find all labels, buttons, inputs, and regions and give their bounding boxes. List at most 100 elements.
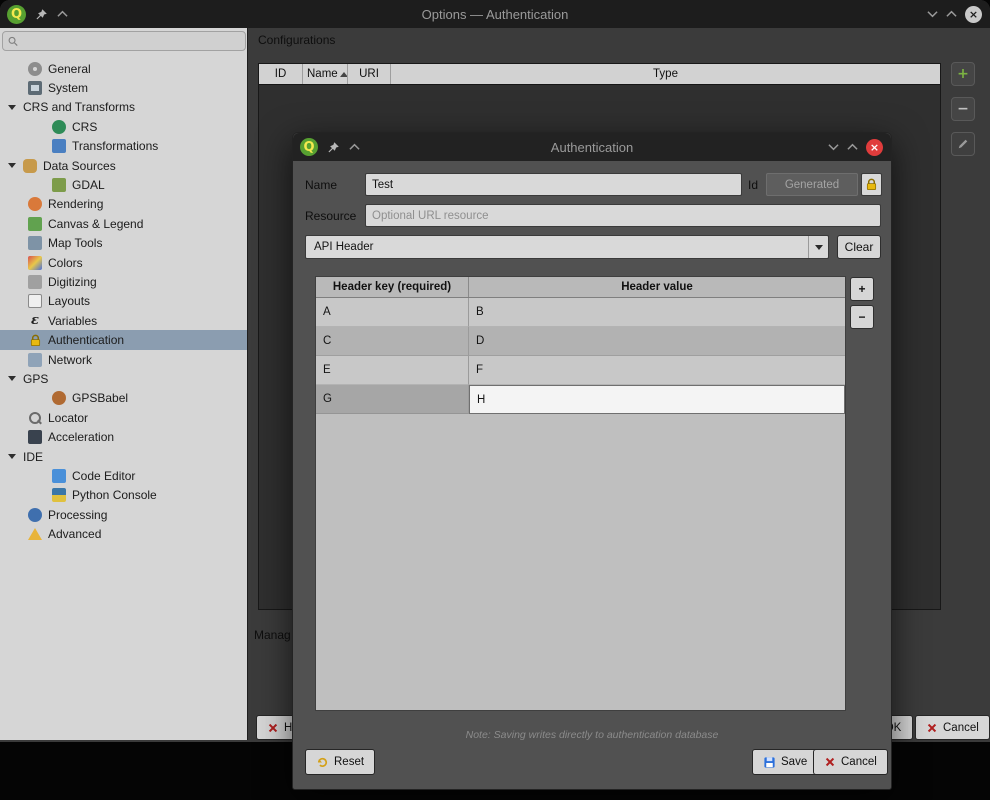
- resource-field[interactable]: [365, 204, 881, 227]
- header-table-header: Header key (required) Header value: [316, 277, 845, 298]
- key-cell[interactable]: C: [316, 327, 469, 356]
- close-dialog-icon[interactable]: ×: [866, 139, 883, 156]
- sidebar-item-label: CRS and Transforms: [23, 100, 135, 114]
- sidebar-item-label: Digitizing: [48, 275, 97, 289]
- add-row-button[interactable]: +: [850, 277, 874, 301]
- value-cell-editing[interactable]: H: [469, 385, 845, 414]
- collapse-icon[interactable]: [349, 143, 360, 151]
- sidebar-item-colors[interactable]: Colors: [0, 253, 247, 272]
- sidebar-item-network[interactable]: Network: [0, 350, 247, 369]
- value-cell[interactable]: D: [469, 327, 845, 356]
- rendering-icon: [28, 197, 42, 211]
- chevron-up-icon[interactable]: [847, 143, 858, 151]
- column-header-name[interactable]: Name: [303, 64, 348, 84]
- column-header-type[interactable]: Type: [391, 64, 940, 84]
- header-table[interactable]: Header key (required) Header value A B C…: [315, 276, 846, 711]
- expander-icon[interactable]: [8, 105, 16, 110]
- table-empty-area[interactable]: [316, 414, 845, 710]
- sidebar-item-gdal[interactable]: GDAL: [0, 175, 247, 194]
- combo-arrow-zone[interactable]: [808, 236, 828, 258]
- plus-icon: +: [858, 282, 865, 296]
- sidebar-item-layouts[interactable]: Layouts: [0, 292, 247, 311]
- sidebar-item-map-tools[interactable]: Map Tools: [0, 234, 247, 253]
- chevron-up-icon[interactable]: [946, 10, 957, 18]
- method-select[interactable]: API Header: [305, 235, 829, 259]
- pin-icon[interactable]: [35, 8, 48, 21]
- column-header-id[interactable]: ID: [259, 64, 303, 84]
- sidebar-item-transformations[interactable]: Transformations: [0, 137, 247, 156]
- sidebar-item-label: CRS: [72, 120, 97, 134]
- sidebar-item-data-sources[interactable]: Data Sources: [0, 156, 247, 175]
- add-configuration-button[interactable]: +: [951, 62, 975, 86]
- value-cell[interactable]: F: [469, 356, 845, 385]
- sidebar-item-general[interactable]: General: [0, 59, 247, 78]
- remove-configuration-button[interactable]: −: [951, 97, 975, 121]
- sidebar-item-label: Data Sources: [43, 159, 116, 173]
- expander-icon[interactable]: [8, 163, 16, 168]
- options-cancel-button[interactable]: Cancel: [915, 715, 990, 740]
- table-row[interactable]: G H: [316, 385, 845, 414]
- chevron-down-icon[interactable]: [927, 10, 938, 18]
- dialog-title: Authentication: [293, 140, 891, 155]
- save-button[interactable]: Save: [752, 749, 818, 775]
- sidebar-item-variables[interactable]: Variables: [0, 311, 247, 330]
- lock-button[interactable]: [861, 173, 882, 196]
- sidebar-item-python-console[interactable]: Python Console: [0, 486, 247, 505]
- search-input[interactable]: [22, 35, 240, 47]
- sidebar-item-digitizing[interactable]: Digitizing: [0, 272, 247, 291]
- table-row[interactable]: A B: [316, 298, 845, 327]
- column-header-value[interactable]: Header value: [469, 277, 845, 297]
- sidebar-item-label: General: [48, 62, 91, 76]
- sidebar-item-canvas-legend[interactable]: Canvas & Legend: [0, 214, 247, 233]
- sidebar-item-acceleration[interactable]: Acceleration: [0, 427, 247, 446]
- key-cell[interactable]: A: [316, 298, 469, 327]
- sidebar-item-crs-and-transforms[interactable]: CRS and Transforms: [0, 98, 247, 117]
- search-icon: [8, 36, 18, 47]
- key-cell[interactable]: E: [316, 356, 469, 385]
- close-window-icon[interactable]: ×: [965, 6, 982, 23]
- sidebar-item-label: Acceleration: [48, 430, 114, 444]
- sidebar-item-crs[interactable]: CRS: [0, 117, 247, 136]
- column-header-key[interactable]: Header key (required): [316, 277, 469, 297]
- sidebar-item-system[interactable]: System: [0, 78, 247, 97]
- sidebar-item-gpsbabel[interactable]: GPSBabel: [0, 389, 247, 408]
- sidebar-item-code-editor[interactable]: Code Editor: [0, 466, 247, 485]
- gdal-icon: [52, 178, 66, 192]
- canvas-icon: [28, 217, 42, 231]
- options-sidebar: General System CRS and Transforms CRS Tr…: [0, 28, 248, 740]
- sidebar-item-label: Variables: [48, 314, 97, 328]
- reset-icon: [316, 756, 329, 769]
- sidebar-item-advanced[interactable]: Advanced: [0, 524, 247, 543]
- note-text: Note: Saving writes directly to authenti…: [293, 729, 891, 741]
- dialog-cancel-button[interactable]: Cancel: [813, 749, 888, 775]
- edit-configuration-button[interactable]: [951, 132, 975, 156]
- clear-button[interactable]: Clear: [837, 235, 881, 259]
- pin-icon[interactable]: [327, 141, 340, 154]
- plus-icon: +: [957, 66, 969, 82]
- collapse-icon[interactable]: [57, 10, 68, 18]
- expander-icon[interactable]: [8, 376, 16, 381]
- chevron-down-icon[interactable]: [828, 143, 839, 151]
- sidebar-item-label: Colors: [48, 256, 83, 270]
- warning-icon: [28, 528, 42, 540]
- expander-icon[interactable]: [8, 454, 16, 459]
- reset-button[interactable]: Reset: [305, 749, 375, 775]
- value-cell[interactable]: B: [469, 298, 845, 327]
- name-field[interactable]: [365, 173, 742, 196]
- save-button-label: Save: [781, 756, 807, 768]
- column-header-label: Name: [307, 68, 338, 80]
- column-header-uri[interactable]: URI: [348, 64, 391, 84]
- table-row[interactable]: E F: [316, 356, 845, 385]
- sidebar-item-ide[interactable]: IDE: [0, 447, 247, 466]
- sidebar-item-rendering[interactable]: Rendering: [0, 195, 247, 214]
- sidebar-search[interactable]: [2, 31, 246, 51]
- remove-row-button[interactable]: −: [850, 305, 874, 329]
- key-cell[interactable]: G: [316, 385, 469, 414]
- sidebar-item-gps[interactable]: GPS: [0, 369, 247, 388]
- minus-icon: −: [858, 310, 865, 324]
- sidebar-item-locator[interactable]: Locator: [0, 408, 247, 427]
- help-icon: [267, 722, 279, 734]
- sidebar-item-authentication[interactable]: Authentication: [0, 330, 247, 349]
- sidebar-item-processing[interactable]: Processing: [0, 505, 247, 524]
- table-row[interactable]: C D: [316, 327, 845, 356]
